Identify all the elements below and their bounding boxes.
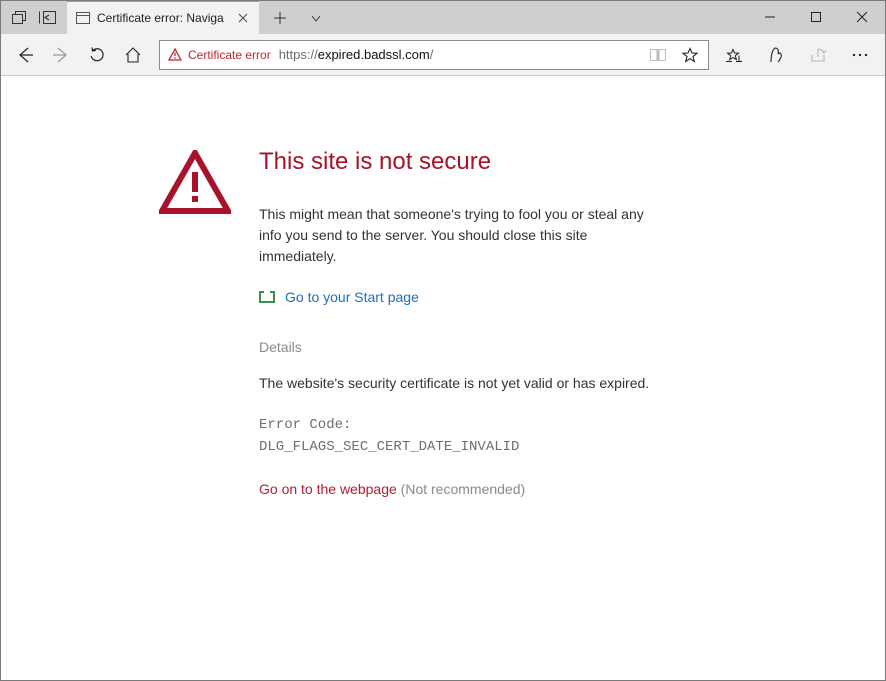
continue-note: (Not recommended) — [401, 481, 526, 497]
warning-triangle-icon — [168, 48, 182, 61]
tab-actions — [259, 1, 333, 34]
maximize-button[interactable] — [793, 1, 839, 33]
forward-button[interactable] — [43, 37, 79, 73]
page-heading: This site is not secure — [259, 148, 659, 176]
security-status[interactable]: Certificate error — [168, 48, 271, 62]
error-code-value: DLG_FLAGS_SEC_CERT_DATE_INVALID — [259, 436, 659, 458]
close-window-button[interactable] — [839, 1, 885, 33]
new-tab-button[interactable] — [263, 2, 297, 34]
details-text: The website's security certificate is no… — [259, 373, 659, 394]
tab-strip: Certificate error: Naviga — [1, 1, 885, 34]
security-label: Certificate error — [188, 48, 271, 62]
toolbar: Certificate error https://expired.badssl… — [1, 34, 885, 76]
window-system-icons — [1, 1, 67, 34]
home-button[interactable] — [115, 37, 151, 73]
page-favicon-icon — [76, 12, 90, 24]
browser-window: Certificate error: Naviga — [0, 0, 886, 681]
toolbar-right — [713, 37, 881, 73]
large-warning-icon — [159, 150, 231, 214]
notes-button[interactable] — [755, 37, 797, 73]
set-aside-tabs-icon[interactable] — [33, 2, 61, 34]
page-content: This site is not secure This might mean … — [1, 76, 885, 680]
start-page-icon — [259, 291, 275, 303]
favorites-hub-button[interactable] — [713, 37, 755, 73]
more-button[interactable] — [839, 37, 881, 73]
error-body: This site is not secure This might mean … — [259, 144, 659, 680]
continue-link[interactable]: Go on to the webpage — [259, 481, 397, 497]
continue-row: Go on to the webpage (Not recommended) — [259, 481, 659, 497]
cascade-windows-icon[interactable] — [5, 2, 33, 34]
favorite-button[interactable] — [678, 43, 702, 67]
error-code-block: Error Code: DLG_FLAGS_SEC_CERT_DATE_INVA… — [259, 414, 659, 459]
refresh-button[interactable] — [79, 37, 115, 73]
active-tab[interactable]: Certificate error: Naviga — [67, 1, 259, 34]
url-path: / — [430, 47, 434, 62]
error-code-label: Error Code: — [259, 414, 659, 436]
tab-title: Certificate error: Naviga — [97, 11, 228, 25]
url-host: expired.badssl.com — [318, 47, 430, 62]
back-button[interactable] — [7, 37, 43, 73]
tab-dropdown-button[interactable] — [299, 2, 333, 34]
details-heading: Details — [259, 339, 659, 355]
start-page-link[interactable]: Go to your Start page — [285, 289, 419, 305]
reading-view-button[interactable] — [646, 43, 670, 67]
url-display: https://expired.badssl.com/ — [279, 47, 638, 62]
address-bar[interactable]: Certificate error https://expired.badssl… — [159, 40, 709, 70]
url-proto: https:// — [279, 47, 318, 62]
error-description: This might mean that someone's trying to… — [259, 204, 659, 267]
start-page-link-row: Go to your Start page — [259, 289, 659, 305]
share-button[interactable] — [797, 37, 839, 73]
minimize-button[interactable] — [747, 1, 793, 33]
window-controls — [747, 1, 885, 33]
tab-close-button[interactable] — [235, 10, 251, 26]
